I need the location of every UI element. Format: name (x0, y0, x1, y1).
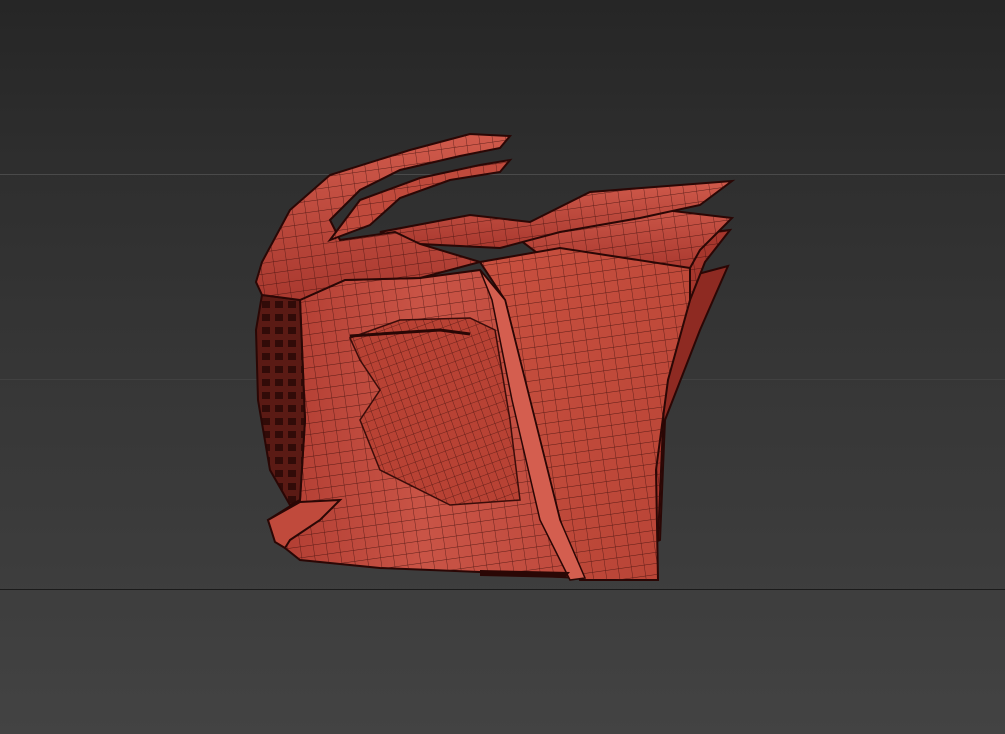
model-mesh[interactable] (0, 0, 1005, 734)
front-grille (254, 293, 307, 507)
viewport[interactable] (0, 0, 1005, 734)
